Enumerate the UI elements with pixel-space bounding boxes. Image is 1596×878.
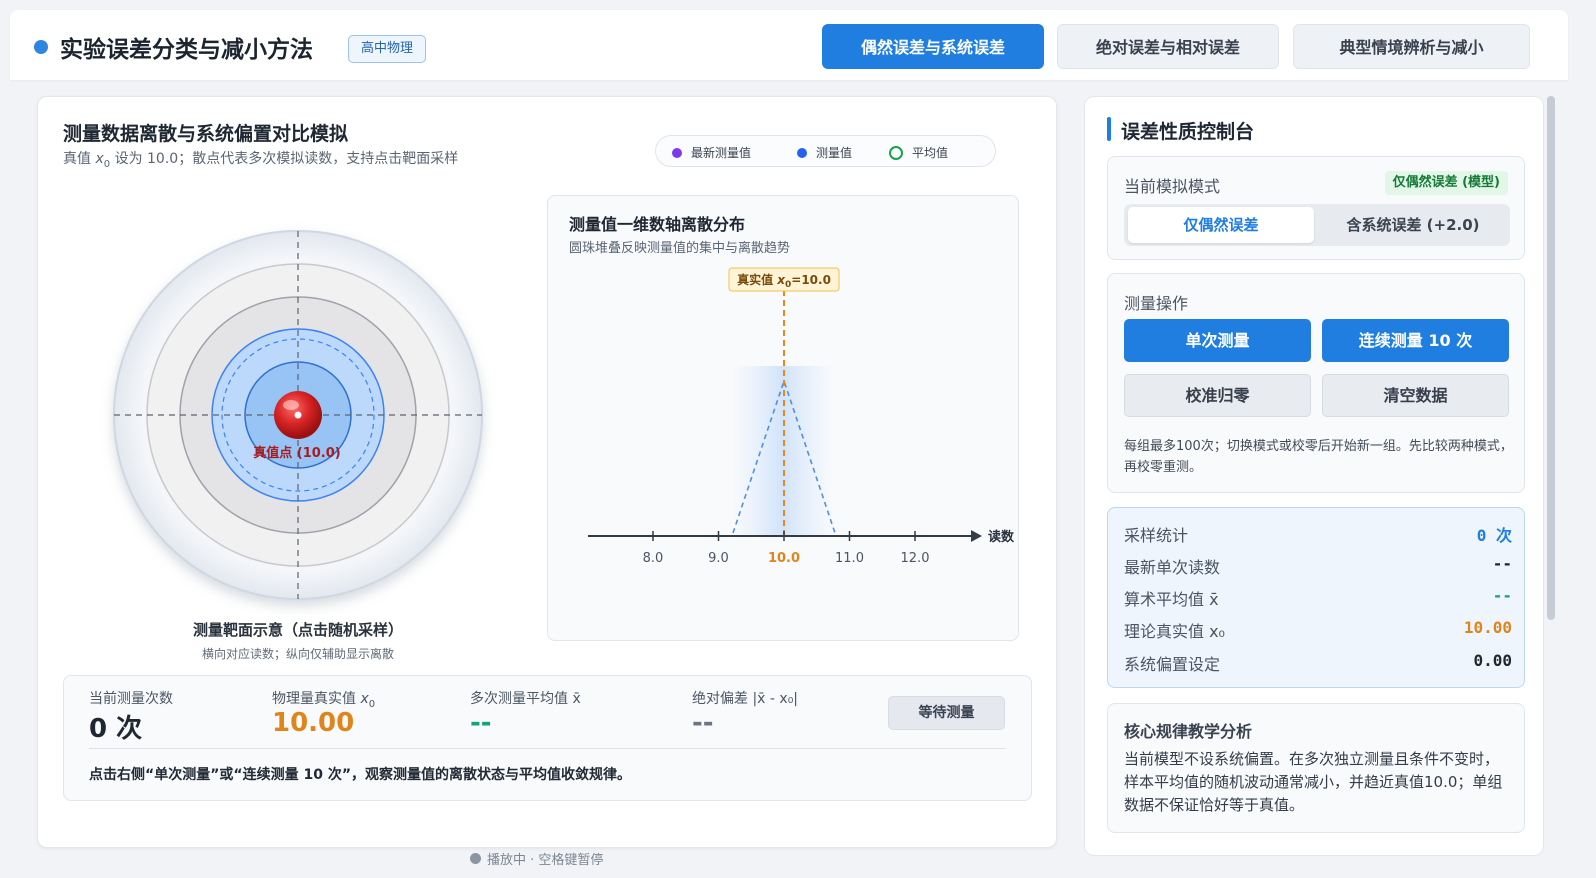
status-dot-icon [34,40,48,54]
latest-dot-icon [672,147,682,158]
stat-row-true: 理论真实值 x₀ 10.00 [1124,618,1512,641]
count-label: 当前测量次数 [89,691,173,707]
title-accent-bar [1107,117,1111,141]
single-measure-button[interactable]: 单次测量 [1124,319,1311,362]
scrollbar[interactable] [1547,96,1555,620]
stat-row-count: 采样统计 0 次 [1124,526,1512,545]
number-line-panel: 测量值一维数轴离散分布 圆珠堆叠反映测量值的集中与离散趋势 真实值 x0=10.… [547,195,1019,641]
clear-data-button[interactable]: 清空数据 [1322,374,1509,417]
legend: 最新测量值 测量值 平均值 [655,135,996,167]
axis-tick-label: 11.0 [835,551,864,566]
axis-tick-label: 10.0 [768,551,800,566]
stat-row-latest: 最新单次读数 -- [1124,554,1512,577]
operations-label: 测量操作 [1124,294,1189,313]
axis-label: 读数 [988,529,1015,545]
simulation-card: 测量数据离散与系统偏置对比模拟 真值 x0 设为 10.0；散点代表多次模拟读数… [37,96,1057,848]
mode-label: 当前模拟模式 [1124,177,1221,196]
true-value: 10.00 [272,708,355,738]
status-button[interactable]: 等待测量 [888,696,1005,730]
number-line-chart: 真实值 x0=10.0 读数 8.0 9.0 10.0 11.0 12.0 [588,267,1015,566]
control-panel-title: 误差性质控制台 [1121,121,1255,143]
analysis-text: 当前模型不设系统偏置。在多次独立测量且条件不变时，样本平均值的随机波动通常减小，… [1124,750,1503,814]
mean-ring-icon [889,145,903,160]
control-panel: 误差性质控制台 当前模拟模式 仅偶然误差 (模型) 仅偶然误差 含系统误差 (+… [1084,96,1544,856]
stat-row-bias: 系统偏置设定 0.00 [1124,651,1512,674]
true-value-label: 物理量真实值 x0 [272,691,376,710]
abs-deviation-value: -- [692,708,714,738]
operations-note: 每组最多100次；切换模式或校零后开始新一组。先比较两种模式，再校零重测。 [1124,439,1513,475]
count-value: 0 次 [89,714,143,744]
playing-dot-icon [470,853,481,864]
analysis-section: 核心规律教学分析 当前模型不设系统偏置。在多次独立测量且条件不变时，样本平均值的… [1107,703,1525,833]
operations-section: 测量操作 单次测量 连续测量 10 次 校准归零 清空数据 每组最多100次；切… [1107,273,1525,493]
subject-badge: 高中物理 [348,35,427,63]
stats-summary: 当前测量次数 0 次 物理量真实值 x0 10.00 多次测量平均值 x̄ --… [63,675,1032,801]
tab-typical-scenarios[interactable]: 典型情境辨析与减小 [1293,24,1530,69]
legend-measurement: 测量值 [797,144,852,161]
simulation-subtitle: 真值 x0 设为 10.0；散点代表多次模拟读数，支持点击靶面采样 [63,151,459,170]
target-hint: 横向对应读数；纵向仅辅助显示离散 [201,647,394,661]
target-caption: 测量靶面示意（点击随机采样） [192,621,403,639]
tab-absolute-relative[interactable]: 绝对误差与相对误差 [1057,24,1279,69]
axis-tick-label: 9.0 [708,551,729,566]
true-point-label: 真值点 (10.0) [253,445,340,461]
legend-latest: 最新测量值 [672,144,751,161]
target-board[interactable]: 真值点 (10.0) [98,215,498,615]
mode-switch: 仅偶然误差 含系统误差 (+2.0) [1124,204,1510,246]
instruction-hint: 点击右侧“单次测量”或“连续测量 10 次”，观察测量值的离散状态与平均值收敛规… [89,767,632,783]
axis-tick-label: 12.0 [901,551,930,566]
legend-mean: 平均值 [889,144,948,161]
mean-label: 多次测量平均值 x̄ [470,691,581,707]
mode-badge: 仅偶然误差 (模型) [1384,171,1508,195]
mean-value: -- [470,708,492,738]
abs-deviation-label: 绝对偏差 |x̄ - x₀| [692,691,799,707]
app-title: 实验误差分类与减小方法 [60,37,313,63]
measurement-dot-icon [797,147,807,158]
mode-option-random[interactable]: 仅偶然误差 [1128,207,1314,243]
top-header: 实验误差分类与减小方法 高中物理 偶然误差与系统误差 绝对误差与相对误差 典型情… [10,10,1568,80]
stat-row-mean: 算术平均值 x̄ -- [1124,586,1512,609]
measure-ten-button[interactable]: 连续测量 10 次 [1322,319,1509,362]
divider [89,748,1006,749]
axis-tick-label: 8.0 [643,551,664,566]
sampling-stats-section: 采样统计 0 次 最新单次读数 -- 算术平均值 x̄ -- 理论真实值 x₀ … [1107,507,1525,688]
analysis-title: 核心规律教学分析 [1124,722,1253,741]
simulation-title: 测量数据离散与系统偏置对比模拟 [63,123,349,145]
calibrate-button[interactable]: 校准归零 [1124,374,1311,417]
mode-section: 当前模拟模式 仅偶然误差 (模型) 仅偶然误差 含系统误差 (+2.0) [1107,156,1525,260]
mode-option-systematic[interactable]: 含系统误差 (+2.0) [1320,207,1506,243]
playback-status: 播放中 · 空格键暂停 [470,849,603,868]
tab-random-systematic[interactable]: 偶然误差与系统误差 [822,24,1044,69]
